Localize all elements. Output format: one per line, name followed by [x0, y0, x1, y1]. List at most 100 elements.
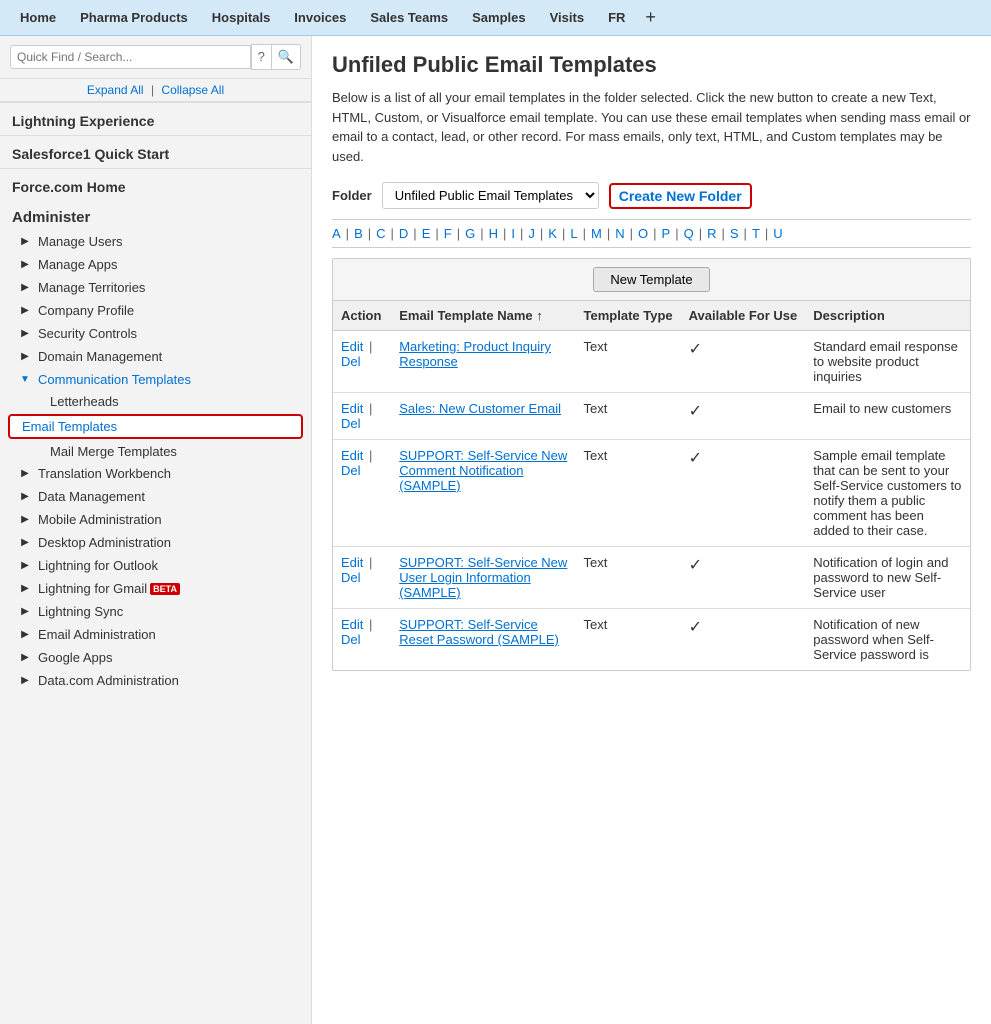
- alpha-separator: |: [583, 226, 586, 241]
- alpha-letter-t[interactable]: T: [752, 226, 760, 241]
- folder-select[interactable]: Unfiled Public Email Templates: [382, 182, 599, 209]
- sidebar-item-email-admin[interactable]: ▶ Email Administration: [0, 623, 311, 646]
- nav-fr[interactable]: FR: [596, 0, 637, 36]
- email-templates-table-area: New Template Action Email Template Name …: [332, 258, 971, 671]
- table-header-row: Action Email Template Name ↑ Template Ty…: [333, 301, 970, 331]
- alpha-letter-i[interactable]: I: [511, 226, 515, 241]
- sidebar-item-label: Desktop Administration: [38, 535, 171, 550]
- search-icon[interactable]: 🔍: [271, 45, 300, 69]
- alpha-separator: |: [503, 226, 506, 241]
- sidebar-item-lightning-outlook[interactable]: ▶ Lightning for Outlook: [0, 554, 311, 577]
- edit-link[interactable]: Edit: [341, 339, 363, 354]
- nav-visits[interactable]: Visits: [538, 0, 596, 36]
- new-template-button[interactable]: New Template: [593, 267, 709, 292]
- alpha-letter-f[interactable]: F: [444, 226, 452, 241]
- expand-all-link[interactable]: Expand All: [87, 83, 144, 97]
- alpha-letter-d[interactable]: D: [399, 226, 408, 241]
- alpha-letter-g[interactable]: G: [465, 226, 475, 241]
- sidebar-subitem-email-templates[interactable]: Email Templates: [10, 416, 301, 437]
- nav-hospitals[interactable]: Hospitals: [200, 0, 283, 36]
- template-name-link[interactable]: SUPPORT: Self-Service Reset Password (SA…: [399, 617, 559, 647]
- alpha-separator: |: [744, 226, 747, 241]
- sidebar-item-google-apps[interactable]: ▶ Google Apps: [0, 646, 311, 669]
- alpha-letter-p[interactable]: P: [662, 226, 671, 241]
- sidebar-item-manage-users[interactable]: ▶ Manage Users: [0, 230, 311, 253]
- sidebar-item-label: Lightning Sync: [38, 604, 123, 619]
- available-cell: ✓: [681, 331, 806, 393]
- table-row: Edit | DelSUPPORT: Self-Service New Comm…: [333, 440, 970, 547]
- template-name-link[interactable]: Sales: New Customer Email: [399, 401, 561, 416]
- sidebar-item-label: Lightning for Outlook: [38, 558, 158, 573]
- action-cell: Edit | Del: [333, 440, 391, 547]
- help-icon[interactable]: ?: [251, 45, 271, 69]
- nav-samples[interactable]: Samples: [460, 0, 537, 36]
- del-link[interactable]: Del: [341, 354, 361, 369]
- collapse-all-link[interactable]: Collapse All: [161, 83, 224, 97]
- alpha-letter-r[interactable]: R: [707, 226, 716, 241]
- sidebar-item-translation-workbench[interactable]: ▶ Translation Workbench: [0, 462, 311, 485]
- sidebar-item-lightning-sync[interactable]: ▶ Lightning Sync: [0, 600, 311, 623]
- description-cell: Notification of new password when Self-S…: [805, 609, 970, 671]
- sidebar-item-mobile-admin[interactable]: ▶ Mobile Administration: [0, 508, 311, 531]
- nav-add-button[interactable]: +: [637, 7, 664, 28]
- search-icons: ? 🔍: [251, 44, 301, 70]
- edit-link[interactable]: Edit: [341, 617, 363, 632]
- nav-sales-teams[interactable]: Sales Teams: [358, 0, 460, 36]
- alpha-letter-u[interactable]: U: [773, 226, 782, 241]
- del-link[interactable]: Del: [341, 463, 361, 478]
- alpha-letter-q[interactable]: Q: [684, 226, 694, 241]
- folder-row: Folder Unfiled Public Email Templates Cr…: [332, 182, 971, 209]
- alpha-letter-m[interactable]: M: [591, 226, 602, 241]
- edit-link[interactable]: Edit: [341, 555, 363, 570]
- alpha-letter-j[interactable]: J: [528, 226, 535, 241]
- alpha-letter-c[interactable]: C: [376, 226, 385, 241]
- sidebar-subitem-letterheads[interactable]: Letterheads: [0, 391, 311, 412]
- alpha-letter-l[interactable]: L: [570, 226, 577, 241]
- del-link[interactable]: Del: [341, 570, 361, 585]
- action-cell: Edit | Del: [333, 547, 391, 609]
- alpha-letter-s[interactable]: S: [730, 226, 739, 241]
- alpha-letter-o[interactable]: O: [638, 226, 648, 241]
- alpha-separator: |: [480, 226, 483, 241]
- alpha-separator: |: [346, 226, 349, 241]
- alpha-letter-n[interactable]: N: [615, 226, 624, 241]
- edit-link[interactable]: Edit: [341, 401, 363, 416]
- sidebar-item-label: Domain Management: [38, 349, 162, 364]
- del-link[interactable]: Del: [341, 632, 361, 647]
- sidebar-section-forcecom[interactable]: Force.com Home: [0, 168, 311, 201]
- table-row: Edit | DelSUPPORT: Self-Service New User…: [333, 547, 970, 609]
- nav-home[interactable]: Home: [8, 0, 68, 36]
- sidebar-item-lightning-gmail[interactable]: ▶ Lightning for Gmail BETA: [0, 577, 311, 600]
- alpha-letter-k[interactable]: K: [548, 226, 557, 241]
- del-link[interactable]: Del: [341, 416, 361, 431]
- sidebar-item-manage-apps[interactable]: ▶ Manage Apps: [0, 253, 311, 276]
- sidebar-subitem-mail-merge[interactable]: Mail Merge Templates: [0, 441, 311, 462]
- alpha-letter-a[interactable]: A: [332, 226, 341, 241]
- alpha-navigation: A | B | C | D | E | F | G | H | I | J | …: [332, 219, 971, 248]
- sidebar-section-salesforce1[interactable]: Salesforce1 Quick Start: [0, 135, 311, 168]
- template-name-link[interactable]: Marketing: Product Inquiry Response: [399, 339, 551, 369]
- create-new-folder-button[interactable]: Create New Folder: [609, 183, 752, 209]
- template-name-link[interactable]: SUPPORT: Self-Service New User Login Inf…: [399, 555, 567, 600]
- sidebar-item-security-controls[interactable]: ▶ Security Controls: [0, 322, 311, 345]
- sidebar-item-manage-territories[interactable]: ▶ Manage Territories: [0, 276, 311, 299]
- sidebar-item-data-management[interactable]: ▶ Data Management: [0, 485, 311, 508]
- alpha-letter-b[interactable]: B: [354, 226, 363, 241]
- sidebar-item-label: Translation Workbench: [38, 466, 171, 481]
- col-name: Email Template Name ↑: [391, 301, 575, 331]
- arrow-icon: ▶: [18, 281, 32, 295]
- template-name-link[interactable]: SUPPORT: Self-Service New Comment Notifi…: [399, 448, 567, 493]
- sidebar-item-company-profile[interactable]: ▶ Company Profile: [0, 299, 311, 322]
- nav-invoices[interactable]: Invoices: [282, 0, 358, 36]
- description-cell: Sample email template that can be sent t…: [805, 440, 970, 547]
- alpha-letter-e[interactable]: E: [422, 226, 431, 241]
- sidebar-item-datacom-admin[interactable]: ▶ Data.com Administration: [0, 669, 311, 692]
- sidebar-item-desktop-admin[interactable]: ▶ Desktop Administration: [0, 531, 311, 554]
- nav-pharma[interactable]: Pharma Products: [68, 0, 200, 36]
- sidebar-item-domain-management[interactable]: ▶ Domain Management: [0, 345, 311, 368]
- edit-link[interactable]: Edit: [341, 448, 363, 463]
- sidebar-item-communication-templates[interactable]: ▼ Communication Templates: [0, 368, 311, 391]
- search-input[interactable]: [10, 45, 251, 69]
- sidebar-section-lightning[interactable]: Lightning Experience: [0, 102, 311, 135]
- alpha-letter-h[interactable]: H: [489, 226, 498, 241]
